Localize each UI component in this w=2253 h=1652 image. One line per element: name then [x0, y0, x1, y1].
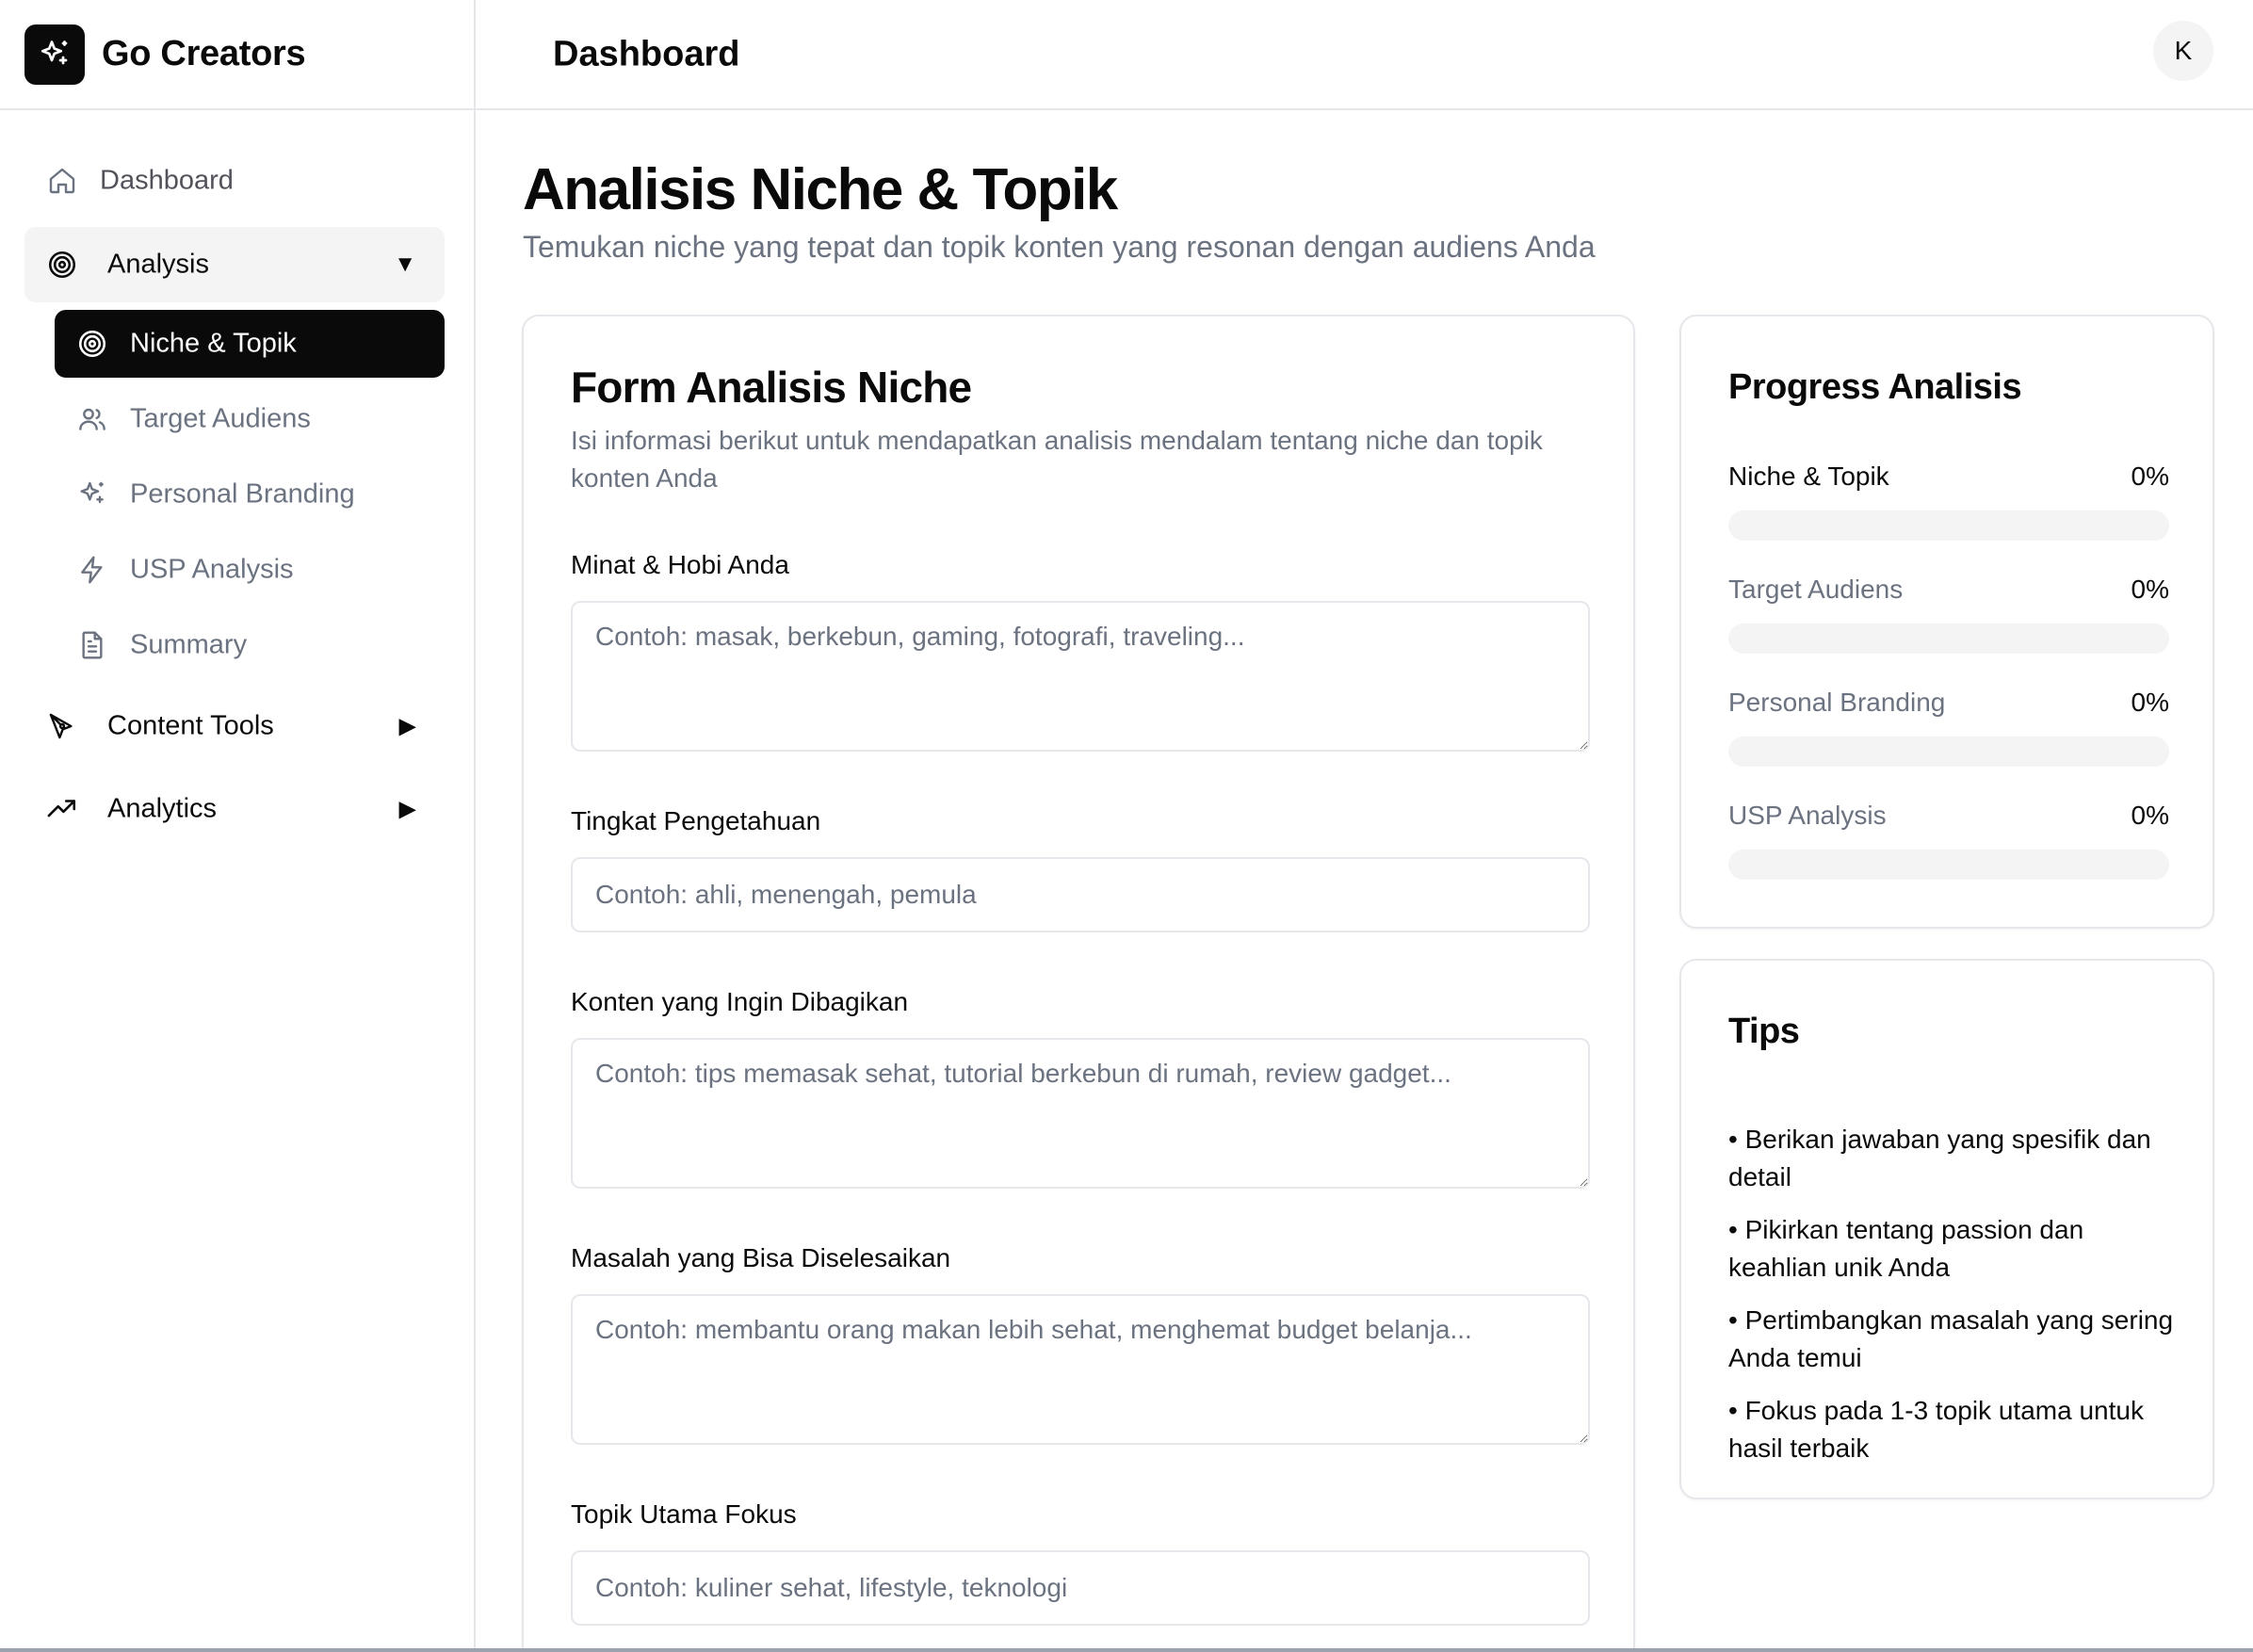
sidebar-group-label: Content Tools	[107, 710, 274, 741]
sidebar-item-usp-analysis[interactable]: USP Analysis	[55, 536, 445, 604]
tingkat-pengetahuan-field[interactable]	[571, 857, 1590, 932]
minat-hobi-field[interactable]	[571, 601, 1590, 752]
file-text-icon	[75, 628, 109, 662]
konten-dibagikan-field[interactable]	[571, 1038, 1590, 1189]
pen-tool-icon	[45, 709, 79, 743]
field-label-minat: Minat & Hobi Anda	[571, 550, 789, 579]
page-title: Analisis Niche & Topik	[523, 157, 1118, 222]
niche-form-card: Form Analisis Niche Isi informasi beriku…	[522, 315, 1635, 1652]
sidebar-item-label: Niche & Topik	[130, 328, 297, 359]
progress-value: 0%	[2131, 462, 2169, 491]
sidebar-nav: Dashboard Analysis ▼ Niche & Topik Targe…	[0, 110, 474, 847]
progress-label: Niche & Topik	[1728, 462, 1889, 491]
progress-bar	[1728, 737, 2169, 767]
tips-list: • Berikan jawaban yang spesifik dan deta…	[1728, 1121, 2180, 1482]
sidebar-item-summary[interactable]: Summary	[55, 611, 445, 679]
sidebar-group-label: Analytics	[107, 793, 218, 824]
sidebar-item-niche-topik[interactable]: Niche & Topik	[55, 310, 445, 378]
tips-card: Tips • Berikan jawaban yang spesifik dan…	[1679, 959, 2214, 1499]
sidebar-group-content-tools[interactable]: Content Tools ▶	[24, 688, 445, 764]
sidebar-item-label: Personal Branding	[130, 478, 355, 510]
tip-item: • Pertimbangkan masalah yang sering Anda…	[1728, 1305, 2174, 1372]
target-icon	[75, 327, 109, 361]
field-label-konten: Konten yang Ingin Dibagikan	[571, 987, 909, 1016]
progress-card: Progress Analisis Niche & Topik 0% Targe…	[1679, 315, 2214, 929]
progress-label: Personal Branding	[1728, 688, 1946, 717]
progress-bar	[1728, 850, 2169, 880]
target-icon	[45, 248, 79, 282]
caret-down-icon: ▼	[394, 251, 416, 277]
progress-item: Target Audiens 0%	[1728, 575, 2169, 654]
progress-bar	[1728, 624, 2169, 654]
progress-label: Target Audiens	[1728, 575, 1904, 604]
sidebar-item-label: USP Analysis	[130, 554, 294, 585]
tip-item: • Berikan jawaban yang spesifik dan deta…	[1728, 1125, 2151, 1191]
field-label-pengetahuan: Tingkat Pengetahuan	[571, 806, 821, 835]
app-root: Go Creators Dashboard Analysis ▼ Niche &…	[0, 0, 2253, 1652]
window-bottom-edge	[0, 1648, 2253, 1652]
home-icon	[45, 164, 79, 198]
progress-item: Niche & Topik 0%	[1728, 462, 2169, 541]
field-label-masalah: Masalah yang Bisa Diselesaikan	[571, 1243, 951, 1272]
brand[interactable]: Go Creators	[0, 0, 474, 110]
progress-value: 0%	[2131, 801, 2169, 830]
sidebar-item-dashboard[interactable]: Dashboard	[24, 148, 445, 214]
sidebar-item-label: Target Audiens	[130, 403, 311, 434]
progress-title: Progress Analisis	[1728, 367, 2022, 407]
sidebar-group-analysis[interactable]: Analysis ▼	[24, 227, 445, 302]
topik-utama-field[interactable]	[571, 1550, 1590, 1626]
progress-bar	[1728, 510, 2169, 541]
trending-up-icon	[45, 792, 79, 826]
progress-label: USP Analysis	[1728, 801, 1887, 830]
sidebar-item-target-audiens[interactable]: Target Audiens	[55, 385, 445, 453]
progress-value: 0%	[2131, 688, 2169, 717]
sparkles-icon	[24, 24, 85, 85]
brand-name: Go Creators	[102, 34, 306, 73]
sidebar: Go Creators Dashboard Analysis ▼ Niche &…	[0, 0, 476, 1652]
progress-item: Personal Branding 0%	[1728, 688, 2169, 767]
progress-value: 0%	[2131, 575, 2169, 604]
page-subtitle: Temukan niche yang tepat dan topik konte…	[523, 230, 1596, 264]
sidebar-item-label: Summary	[130, 629, 248, 660]
header-title: Dashboard	[553, 34, 740, 73]
field-label-topik: Topik Utama Fokus	[571, 1499, 797, 1529]
caret-right-icon: ▶	[398, 796, 416, 822]
sidebar-group-analytics[interactable]: Analytics ▶	[24, 771, 445, 847]
tip-item: • Pikirkan tentang passion dan keahlian …	[1728, 1215, 2084, 1282]
sidebar-item-label: Dashboard	[100, 165, 234, 196]
caret-right-icon: ▶	[398, 713, 416, 739]
top-bar: Dashboard K	[476, 0, 2253, 110]
form-description: Isi informasi berikut untuk mendapatkan …	[571, 426, 1543, 493]
masalah-field[interactable]	[571, 1294, 1590, 1445]
users-icon	[75, 402, 109, 436]
avatar[interactable]: K	[2153, 21, 2213, 81]
progress-item: USP Analysis 0%	[1728, 801, 2169, 880]
tips-title: Tips	[1728, 1012, 1800, 1051]
form-title: Form Analisis Niche	[571, 363, 972, 412]
zap-icon	[75, 553, 109, 587]
sidebar-group-label: Analysis	[107, 249, 209, 280]
tip-item: • Fokus pada 1-3 topik utama untuk hasil…	[1728, 1396, 2144, 1463]
sparkles-icon	[75, 478, 109, 511]
sidebar-item-personal-branding[interactable]: Personal Branding	[55, 461, 445, 528]
